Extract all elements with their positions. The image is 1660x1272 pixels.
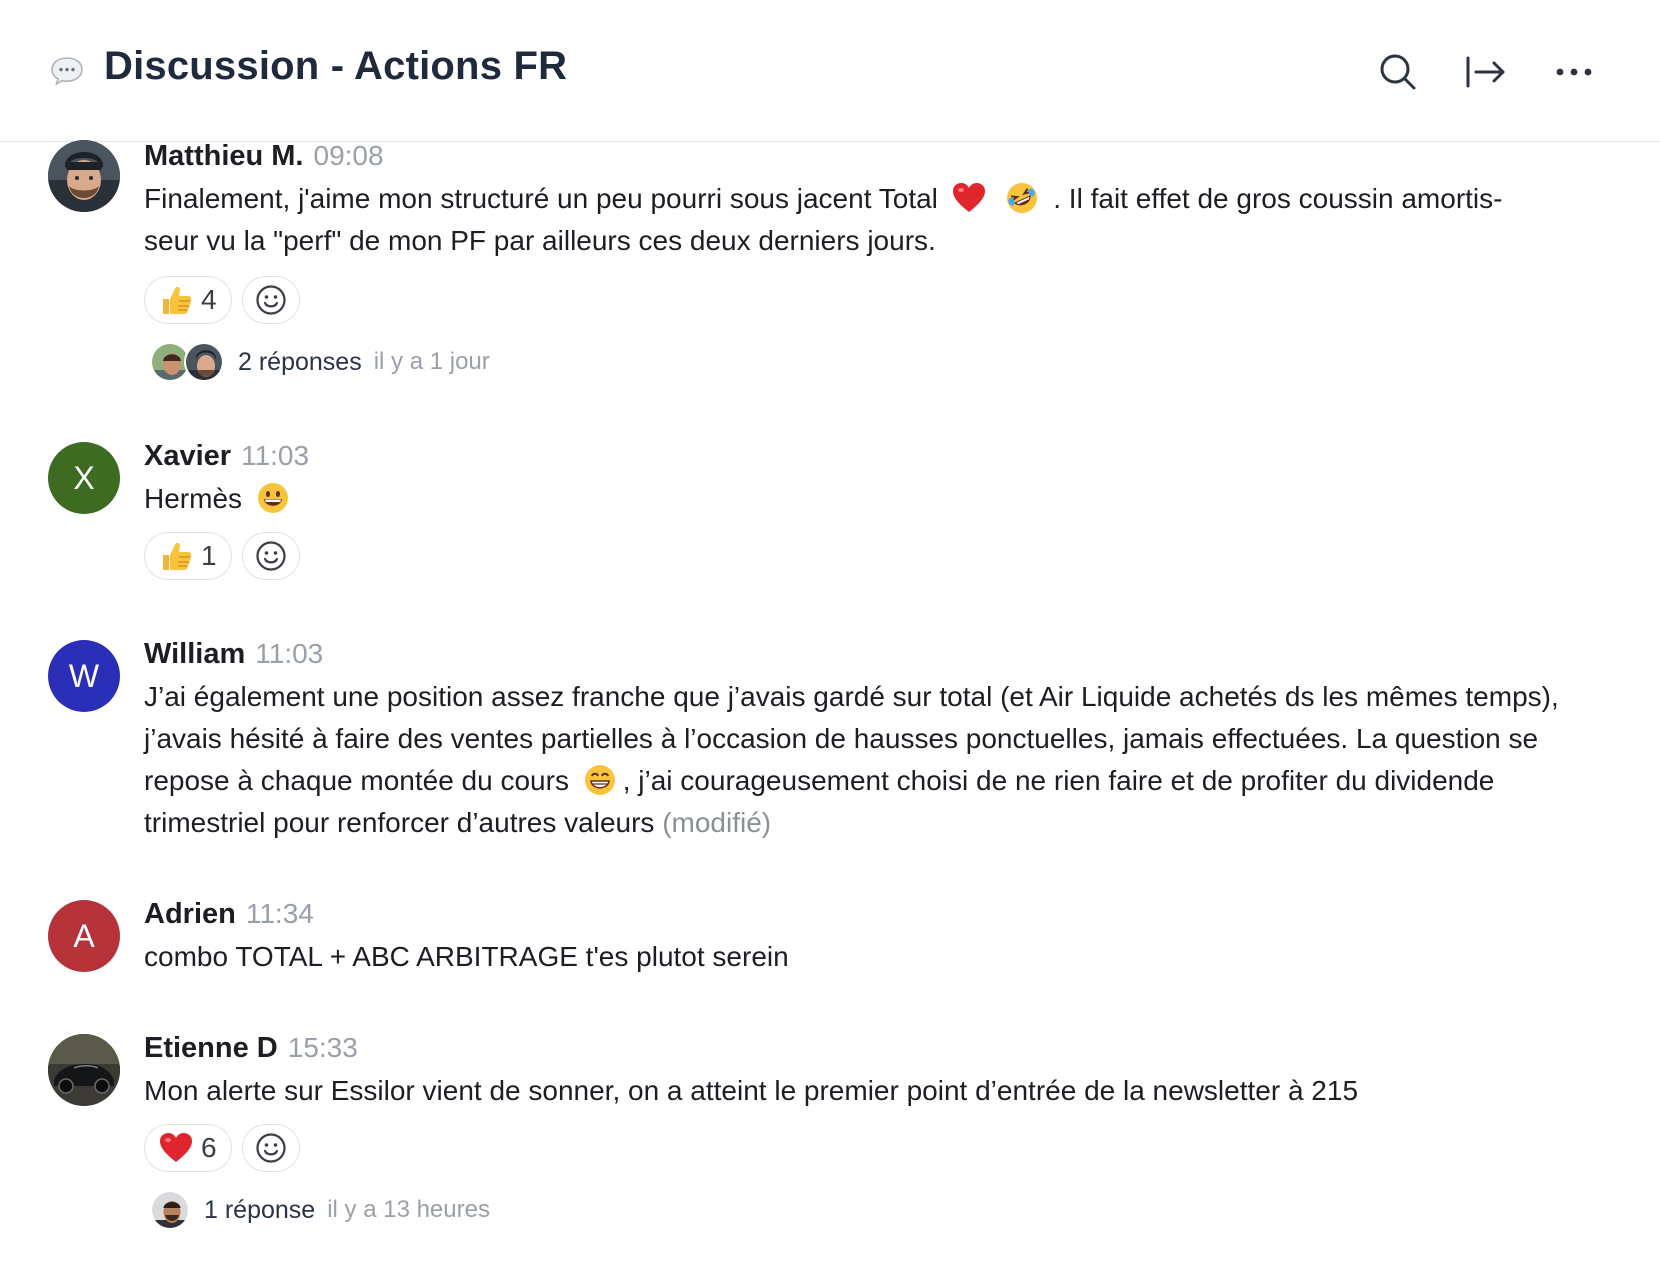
add-reaction-button[interactable]: [241, 1124, 300, 1172]
avatar[interactable]: W: [48, 640, 120, 712]
thread-last-reply-time: il y a 1 jour: [373, 348, 490, 375]
thread-summary[interactable]: 1 réponse il y a 13 heures: [150, 1190, 490, 1230]
message-header: Xavier 11:03: [144, 438, 309, 479]
message-text: J’ai également une position assez franch…: [144, 681, 1559, 838]
channel-title: Discussion - Actions FR: [104, 44, 568, 88]
rofl-emoji: [1007, 182, 1038, 213]
message-header: Etienne D 15:33: [144, 1030, 358, 1071]
add-reaction-button[interactable]: [241, 532, 300, 580]
smiley-add-icon: [255, 285, 286, 315]
reactions-bar: 1: [144, 532, 300, 580]
user-photo-avatar: [48, 140, 120, 212]
channel-header: Discussion - Actions FR: [0, 0, 1660, 142]
heart-emoji: [952, 182, 985, 212]
message-time: 11:03: [255, 638, 324, 669]
message-header: Matthieu M. 09:08: [144, 138, 384, 179]
heart-emoji: [160, 1133, 192, 1162]
thread-participants: [150, 1190, 190, 1230]
message-time: 15:33: [287, 1032, 358, 1063]
add-reaction-button[interactable]: [241, 276, 300, 324]
author-name[interactable]: Adrien: [144, 898, 236, 930]
more-options-button[interactable]: [1550, 48, 1598, 96]
reaction-thumbs-up[interactable]: 4: [144, 276, 232, 324]
thumbs-up-emoji: [163, 542, 192, 570]
message-time: 11:03: [241, 440, 310, 471]
chat-bubble-icon: [51, 57, 83, 86]
reaction-count: 4: [201, 284, 217, 315]
reactions-bar: 6: [144, 1124, 300, 1172]
message-time: 11:34: [245, 898, 314, 929]
edited-label: (modifié): [662, 807, 772, 838]
user-photo-avatar: [186, 344, 222, 380]
grinning-face-emoji: [257, 482, 288, 513]
reaction-count: 6: [201, 1132, 217, 1163]
exit-arrow-icon: [1466, 56, 1505, 88]
avatar-initial: A: [73, 917, 95, 954]
search-button[interactable]: [1374, 48, 1422, 96]
author-name[interactable]: Matthieu M.: [144, 140, 304, 172]
author-name[interactable]: Etienne D: [144, 1032, 278, 1064]
thread-last-reply-time: il y a 13 heures: [327, 1196, 490, 1223]
thread-reply-count[interactable]: 1 réponse: [204, 1196, 315, 1225]
message-text: Finalement, j'aime mon structuré un peu …: [144, 178, 1614, 262]
avatar-initial: X: [73, 459, 95, 496]
reaction-heart[interactable]: 6: [144, 1124, 232, 1172]
thread-summary[interactable]: 2 réponses il y a 1 jour: [150, 342, 490, 382]
message-text: Mon alerte sur Essilor vient de sonner, …: [144, 1075, 1359, 1106]
reactions-bar: 4: [144, 276, 300, 324]
author-name[interactable]: Xavier: [144, 440, 231, 472]
leave-channel-button[interactable]: [1462, 48, 1510, 96]
avatar[interactable]: [48, 140, 120, 212]
avatar: [184, 342, 224, 382]
avatar[interactable]: A: [48, 900, 120, 972]
thumbs-up-emoji: [163, 286, 192, 314]
beaming-face-emoji: [584, 764, 615, 795]
thread-reply-count[interactable]: 2 réponses: [238, 348, 362, 377]
smiley-add-icon: [255, 541, 286, 571]
smiley-add-icon: [255, 1133, 286, 1163]
user-photo-avatar: [152, 1192, 188, 1228]
message-time: 09:08: [313, 140, 384, 171]
author-name[interactable]: William: [144, 638, 245, 670]
reaction-count: 1: [201, 540, 217, 571]
user-photo-avatar: [48, 1034, 120, 1106]
message-text: Hermès: [144, 478, 1614, 520]
reaction-thumbs-up[interactable]: 1: [144, 532, 232, 580]
message-header: Adrien 11:34: [144, 896, 314, 937]
thread-participants: [150, 342, 224, 382]
avatar[interactable]: X: [48, 442, 120, 514]
message-text: combo TOTAL + ABC ARBITRAGE t'es plutot …: [144, 941, 789, 972]
avatar[interactable]: [48, 1034, 120, 1106]
search-icon: [1380, 54, 1416, 90]
avatar-initial: W: [68, 657, 100, 694]
message-header: William 11:03: [144, 636, 323, 677]
more-dots-icon: [1556, 68, 1592, 76]
avatar: [150, 1190, 190, 1230]
